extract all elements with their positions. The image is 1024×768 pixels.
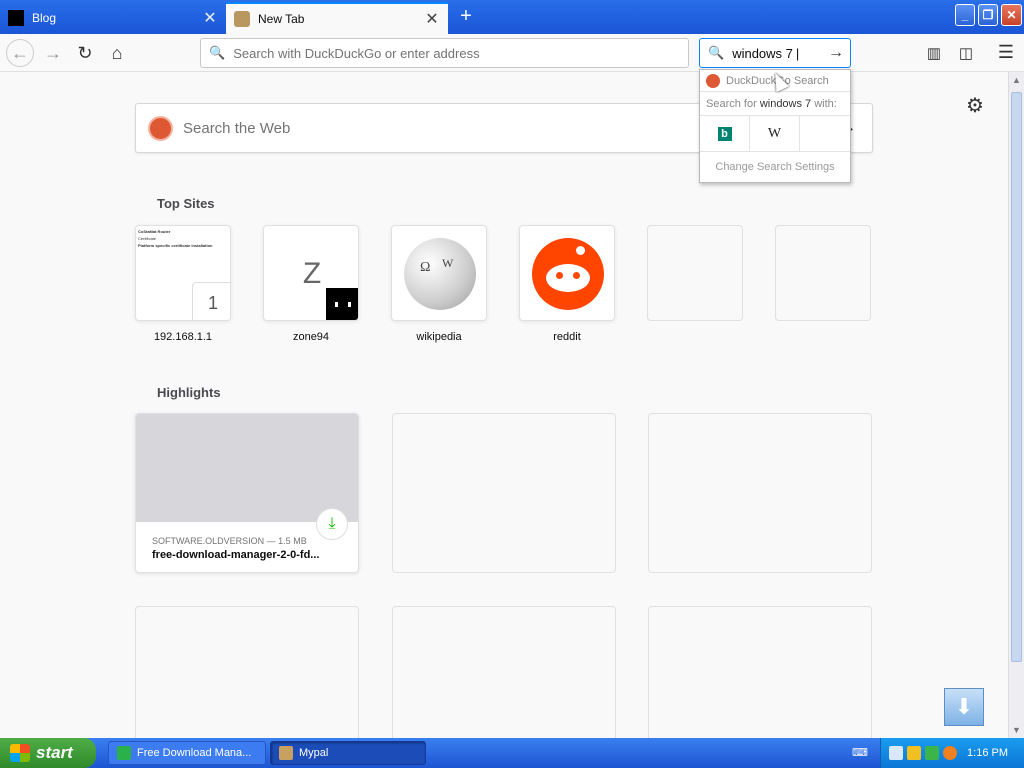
tab-strip: Blog ✕ New Tab ✕ + _ ❐ ✕ <box>0 0 1024 34</box>
close-window-button[interactable]: ✕ <box>1001 4 1022 26</box>
site-badge: 1 <box>192 282 230 320</box>
blog-favicon <box>8 10 24 26</box>
library-icon[interactable]: ▥ <box>924 44 944 64</box>
duckduckgo-icon <box>706 73 720 88</box>
wikipedia-engine-button[interactable]: W <box>750 115 800 152</box>
text-cursor: | <box>795 45 800 61</box>
highlights-heading: Highlights <box>157 385 221 400</box>
home-icon[interactable]: ⌂ <box>104 40 130 66</box>
gear-icon[interactable]: ⚙ <box>966 93 984 118</box>
mypal-favicon <box>234 11 250 27</box>
highlight-empty-slot <box>392 413 616 573</box>
update-icon[interactable] <box>925 746 939 760</box>
taskbar-item-label: Mypal <box>299 747 329 759</box>
empty-tile <box>775 225 871 321</box>
highlight-card[interactable]: ⤓ SOFTWARE.OLDVERSION — 1.5 MB free-down… <box>135 413 359 573</box>
search-bar-value: windows 7 <box>732 45 793 61</box>
forward-arrow-icon[interactable]: → <box>40 40 66 66</box>
mypal-icon <box>279 746 293 760</box>
search-icon: 🔍 <box>209 45 226 60</box>
highlight-empty-slot <box>648 413 872 573</box>
highlight-source: SOFTWARE.OLDVERSION — 1.5 MB <box>152 536 307 546</box>
hamburger-menu-icon[interactable]: ☰ <box>996 42 1016 62</box>
top-site-tile[interactable]: reddit <box>519 225 615 343</box>
tab-new-tab[interactable]: New Tab ✕ <box>226 2 448 34</box>
top-site-label: zone94 <box>292 331 330 343</box>
download-icon: ⤓ <box>316 508 348 540</box>
highlight-empty-slot <box>135 606 359 746</box>
sidebar-icon[interactable]: ◫ <box>956 44 976 64</box>
download-manager-icon <box>117 746 131 760</box>
scroll-down-icon[interactable]: ▼ <box>1009 722 1024 738</box>
top-site-label: 192.168.1.1 <box>153 331 213 343</box>
top-site-empty-slot <box>647 225 743 321</box>
tab-blog[interactable]: Blog ✕ <box>0 2 226 34</box>
new-tab-plus-icon[interactable]: + <box>456 6 476 26</box>
top-site-tile[interactable]: CoStaMat Router Certificate Platform spe… <box>135 225 231 343</box>
reddit-alien-icon <box>532 238 604 310</box>
windows-taskbar: start Free Download Mana... Mypal ⌨ 1:16… <box>0 738 1024 768</box>
tab-title: New Tab <box>258 12 305 26</box>
top-site-thumbnail[interactable]: Z <box>263 225 359 321</box>
scrollbar-thumb[interactable] <box>1011 92 1022 662</box>
go-arrow-icon[interactable]: → <box>828 44 844 62</box>
page-scrollbar[interactable]: ▲ ▼ <box>1008 72 1024 738</box>
search-for-label: Search for windows 7 with: <box>700 92 850 116</box>
scroll-down-arrow-icon[interactable]: ⬇ <box>944 688 984 726</box>
top-site-label: reddit <box>553 331 581 343</box>
bing-engine-button[interactable]: b <box>700 115 750 152</box>
wikipedia-globe-icon: Ω W <box>404 238 476 310</box>
scroll-up-arrow-icon[interactable]: ▲ <box>1009 72 1024 88</box>
windows-logo-icon <box>10 744 30 762</box>
clock: 1:16 PM <box>967 747 1008 759</box>
top-site-tile[interactable]: Z zone94 <box>263 225 359 343</box>
top-site-thumbnail[interactable] <box>519 225 615 321</box>
close-tab-icon[interactable]: ✕ <box>202 8 218 28</box>
taskbar-item-mypal[interactable]: Mypal <box>270 741 426 765</box>
restore-button[interactable]: ❐ <box>978 4 998 26</box>
back-arrow-icon[interactable]: ← <box>6 39 34 67</box>
bing-icon: b <box>717 126 732 141</box>
top-site-thumbnail[interactable]: CoStaMat Router Certificate Platform spe… <box>135 225 231 321</box>
empty-tile <box>647 225 743 321</box>
highlight-title: free-download-manager-2-0-fd... <box>152 549 320 561</box>
taskbar-item-label: Free Download Mana... <box>137 747 252 759</box>
top-site-label: wikipedia <box>416 331 462 343</box>
duckduckgo-icon <box>148 115 173 141</box>
taskbar-item-download-manager[interactable]: Free Download Mana... <box>108 741 266 765</box>
start-button[interactable]: start <box>0 738 96 768</box>
highlight-empty-slot <box>392 606 616 746</box>
thumbnail-text: CoStaMat Router Certificate Platform spe… <box>138 229 213 248</box>
search-bar[interactable]: 🔍 windows 7 | → <box>699 38 851 68</box>
highlight-empty-slot <box>648 606 872 746</box>
search-icon: 🔍 <box>708 45 725 60</box>
change-search-settings-button[interactable]: Change Search Settings <box>700 152 850 182</box>
zone94-favicon <box>324 286 358 320</box>
security-shield-icon[interactable] <box>907 746 921 760</box>
system-tray: 1:16 PM <box>880 738 1024 768</box>
top-sites-heading: Top Sites <box>157 196 215 211</box>
top-site-empty-slot <box>775 225 871 321</box>
minimize-button[interactable]: _ <box>955 4 975 26</box>
top-site-thumbnail[interactable]: Ω W <box>391 225 487 321</box>
start-label: start <box>36 743 73 762</box>
navigation-toolbar: ← → ↻ ⌂ 🔍 Search with DuckDuckGo or ente… <box>0 34 1024 72</box>
close-tab-icon[interactable]: ✕ <box>424 9 440 29</box>
highlight-preview-image <box>136 414 358 522</box>
search-tray-icon[interactable] <box>943 746 957 760</box>
web-search-placeholder: Search the Web <box>183 119 291 137</box>
tab-title: Blog <box>32 11 57 25</box>
reload-icon[interactable]: ↻ <box>72 40 98 66</box>
one-off-engines: b W <box>700 115 850 152</box>
address-placeholder: Search with DuckDuckGo or enter address <box>233 45 480 61</box>
keyboard-icon[interactable]: ⌨ <box>852 746 868 759</box>
wikipedia-w-icon: W <box>767 125 782 141</box>
address-bar[interactable]: 🔍 Search with DuckDuckGo or enter addres… <box>200 38 689 68</box>
network-icon[interactable] <box>889 746 903 760</box>
top-site-tile[interactable]: Ω W wikipedia <box>391 225 487 343</box>
